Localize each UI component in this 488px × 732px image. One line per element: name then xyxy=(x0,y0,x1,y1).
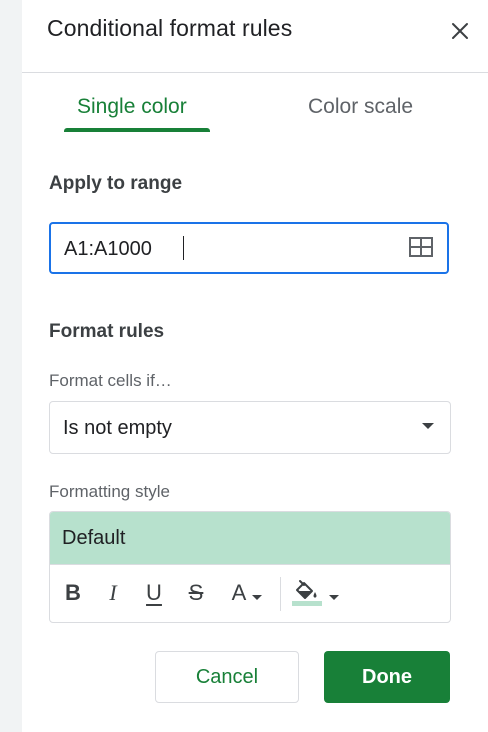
bold-button[interactable]: B xyxy=(62,579,84,607)
toolbar-divider xyxy=(280,577,281,611)
italic-button[interactable]: I xyxy=(102,579,124,607)
range-value: A1:A1000 xyxy=(64,238,152,260)
range-input[interactable]: A1:A1000 xyxy=(49,222,449,274)
fill-color-button[interactable] xyxy=(290,579,340,607)
text-cursor xyxy=(183,236,184,260)
dropdown-arrow-icon xyxy=(422,423,434,429)
conditional-format-panel: Conditional format rules Single color Co… xyxy=(22,0,488,732)
format-rules-heading: Format rules xyxy=(49,321,165,342)
formatting-style-box: Default B I U S A xyxy=(49,511,451,623)
style-preview[interactable]: Default xyxy=(50,512,450,565)
strikethrough-button[interactable]: S xyxy=(184,579,208,607)
condition-label: Format cells if… xyxy=(49,371,172,390)
underline-button[interactable]: U xyxy=(143,579,165,607)
format-toolbar: B I U S A xyxy=(50,565,450,622)
text-color-icon: A xyxy=(231,580,247,605)
panel-title: Conditional format rules xyxy=(47,15,293,41)
cancel-button[interactable]: Cancel xyxy=(155,651,299,703)
apply-to-range-heading: Apply to range xyxy=(49,173,183,194)
close-icon[interactable] xyxy=(446,17,474,45)
panel-header: Conditional format rules xyxy=(22,0,488,73)
chevron-down-icon xyxy=(252,594,263,600)
grid-select-icon[interactable] xyxy=(409,237,433,262)
tab-single-color[interactable]: Single color xyxy=(77,95,187,119)
chevron-down-icon xyxy=(329,594,339,600)
fill-color-icon xyxy=(291,579,323,607)
rule-type-tabs: Single color Color scale xyxy=(22,72,488,134)
sheet-background-strip xyxy=(0,0,22,732)
condition-value: Is not empty xyxy=(63,417,172,439)
text-color-button[interactable]: A xyxy=(225,579,269,607)
style-preview-text: Default xyxy=(62,527,126,549)
formatting-style-label: Formatting style xyxy=(49,482,170,501)
active-tab-indicator xyxy=(64,128,210,132)
tab-color-scale[interactable]: Color scale xyxy=(308,95,413,119)
condition-select[interactable]: Is not empty xyxy=(49,401,451,454)
done-button[interactable]: Done xyxy=(324,651,450,703)
